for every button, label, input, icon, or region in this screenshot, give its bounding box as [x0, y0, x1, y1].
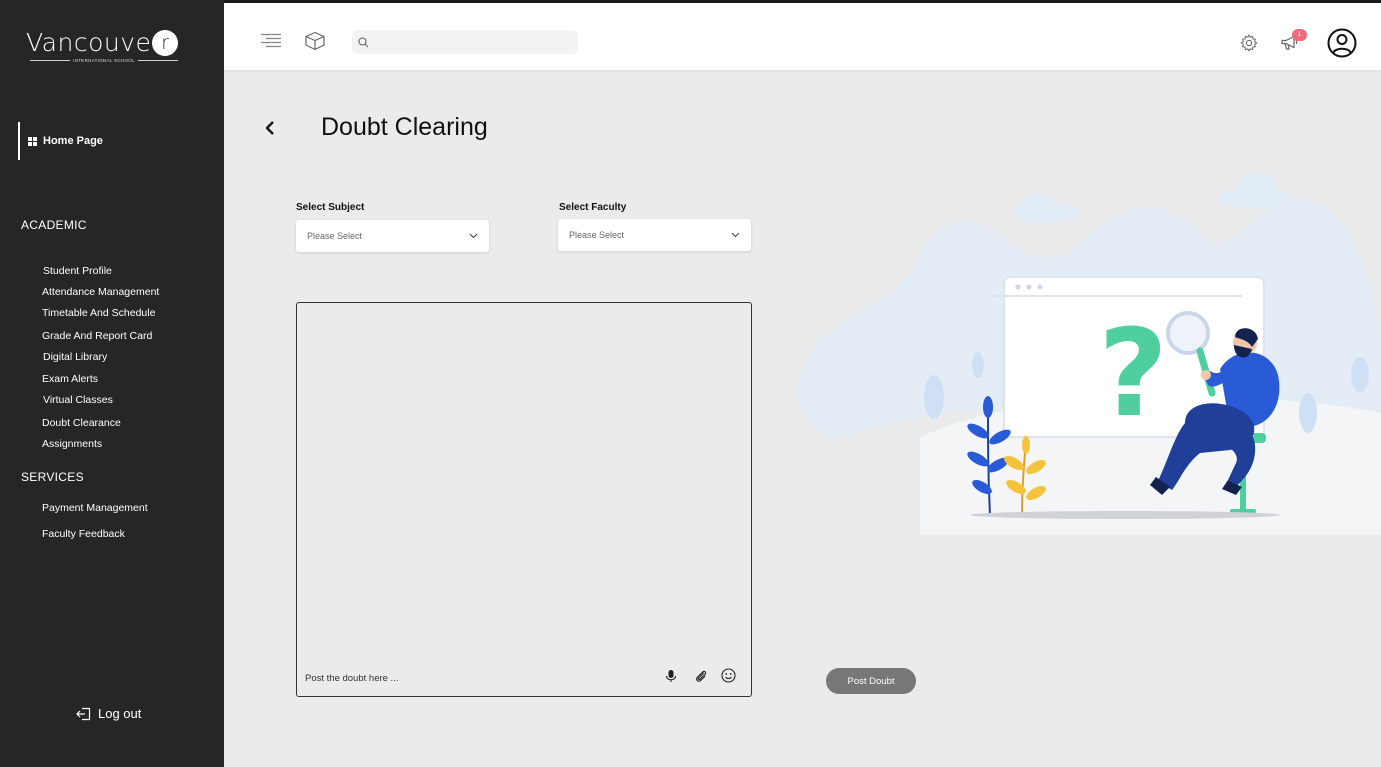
top-bar: [224, 3, 1381, 70]
menu-icon[interactable]: [260, 33, 282, 49]
emoji-icon[interactable]: [721, 668, 736, 688]
search-icon: [358, 36, 369, 47]
section-title-services: SERVICES: [21, 470, 84, 484]
faculty-label: Select Faculty: [559, 202, 627, 213]
logout-icon: [76, 707, 91, 720]
sidebar-item-assignments[interactable]: Assignments: [42, 438, 102, 450]
logo-wordmark: Vancouve r: [26, 28, 182, 58]
sidebar-item-virtual-classes[interactable]: Virtual Classes: [43, 394, 113, 406]
attachment-icon[interactable]: [694, 669, 708, 688]
faculty-select-value: Please Select: [569, 230, 625, 240]
school-logo[interactable]: Vancouve r INTERNATIONAL SCHOOL: [26, 28, 182, 68]
sidebar-item-home[interactable]: Home Page: [18, 122, 103, 160]
cube-icon[interactable]: [304, 31, 326, 51]
search-bar[interactable]: [352, 30, 578, 54]
logo-sub-text: INTERNATIONAL SCHOOL: [73, 58, 135, 63]
search-input[interactable]: [375, 36, 578, 48]
sidebar-item-timetable[interactable]: Timetable And Schedule: [42, 307, 155, 319]
sidebar-item-doubt-clearance[interactable]: Doubt Clearance: [42, 417, 121, 429]
microphone-icon[interactable]: [665, 669, 677, 688]
sidebar-item-payment[interactable]: Payment Management: [42, 502, 148, 514]
logo-subtitle: INTERNATIONAL SCHOOL: [30, 58, 179, 63]
subject-select[interactable]: Please Select: [296, 220, 489, 252]
subject-label: Select Subject: [296, 202, 365, 213]
sidebar-item-attendance[interactable]: Attendance Management: [42, 286, 159, 298]
logout-button[interactable]: Log out: [76, 706, 141, 721]
logo-circle-letter: r: [152, 30, 179, 56]
section-title-academic: ACADEMIC: [21, 218, 87, 232]
chevron-down-icon: [731, 232, 740, 238]
sidebar: Vancouve r INTERNATIONAL SCHOOL Home Page…: [0, 0, 224, 767]
logout-label: Log out: [98, 706, 142, 721]
sidebar-item-exam-alerts[interactable]: Exam Alerts: [42, 373, 98, 385]
chevron-down-icon: [469, 233, 478, 239]
logo-main-text: Vancouve: [26, 28, 152, 57]
page-title: Doubt Clearing: [321, 113, 488, 141]
notification-badge: 1: [1292, 29, 1307, 41]
doubt-illustration: ?: [797, 173, 1381, 535]
svg-text:?: ?: [1098, 305, 1168, 444]
user-avatar-icon[interactable]: [1327, 28, 1357, 58]
sidebar-item-label: Home Page: [43, 135, 103, 147]
post-doubt-button[interactable]: Post Doubt: [826, 668, 916, 694]
sidebar-item-grade-report[interactable]: Grade And Report Card: [42, 330, 152, 342]
doubt-input[interactable]: [305, 673, 645, 684]
doubt-composer: [296, 302, 752, 697]
back-chevron-icon[interactable]: [260, 118, 280, 143]
subject-select-value: Please Select: [307, 231, 363, 241]
dashboard-icon: [28, 136, 37, 146]
faculty-select[interactable]: Please Select: [558, 219, 751, 251]
sidebar-item-digital-library[interactable]: Digital Library: [43, 351, 107, 363]
gear-icon[interactable]: [1240, 34, 1258, 52]
sidebar-item-faculty-feedback[interactable]: Faculty Feedback: [42, 528, 125, 540]
sidebar-item-student-profile[interactable]: Student Profile: [43, 265, 112, 277]
